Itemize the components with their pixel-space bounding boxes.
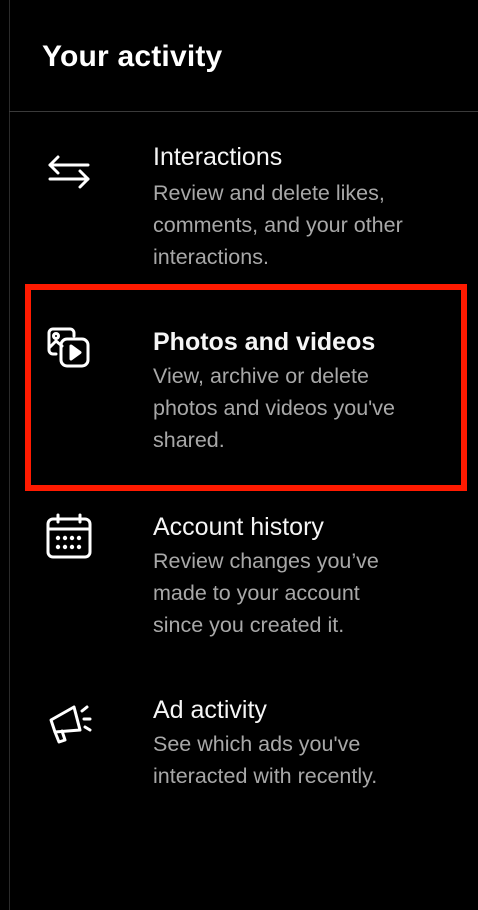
menu-item-ad-activity[interactable]: Ad activity See which ads you've interac… <box>10 690 478 800</box>
header-divider <box>9 111 478 112</box>
description-line: View, archive or delete <box>153 364 369 388</box>
menu-item-description: View, archive or delete photos and video… <box>153 360 453 456</box>
menu-item-description: Review changes you’ve made to your accou… <box>153 545 453 641</box>
description-line: Review and delete likes, <box>153 181 385 205</box>
menu-item-title: Ad activity <box>153 696 267 724</box>
description-line: shared. <box>153 428 225 452</box>
description-line: made to your account <box>153 581 360 605</box>
description-line: photos and videos you've <box>153 396 395 420</box>
panel-header: Your activity <box>0 0 478 111</box>
interactions-arrows-icon <box>44 145 94 195</box>
description-line: interacted with recently. <box>153 764 378 788</box>
description-line: See which ads you've <box>153 732 361 756</box>
menu-item-account-history[interactable]: Account history Review changes you’ve ma… <box>10 505 478 645</box>
megaphone-icon <box>44 698 94 748</box>
description-line: interactions. <box>153 245 269 269</box>
menu-item-description: Review and delete likes, comments, and y… <box>153 177 453 273</box>
description-line: since you created it. <box>153 613 345 637</box>
menu-item-title: Account history <box>153 513 324 541</box>
menu-item-title: Interactions <box>153 143 283 171</box>
description-line: Review changes you’ve <box>153 549 379 573</box>
your-activity-panel: Your activity Interactions Review and de… <box>0 0 478 910</box>
calendar-icon <box>44 511 94 561</box>
photos-videos-icon <box>44 324 94 374</box>
description-line: comments, and your other <box>153 213 403 237</box>
menu-item-title: Photos and videos <box>153 328 376 356</box>
menu-item-description: See which ads you've interacted with rec… <box>153 728 453 792</box>
page-title: Your activity <box>42 40 223 73</box>
menu-item-photos-and-videos[interactable]: Photos and videos View, archive or delet… <box>10 320 478 470</box>
menu-item-interactions[interactable]: Interactions Review and delete likes, co… <box>10 135 478 275</box>
